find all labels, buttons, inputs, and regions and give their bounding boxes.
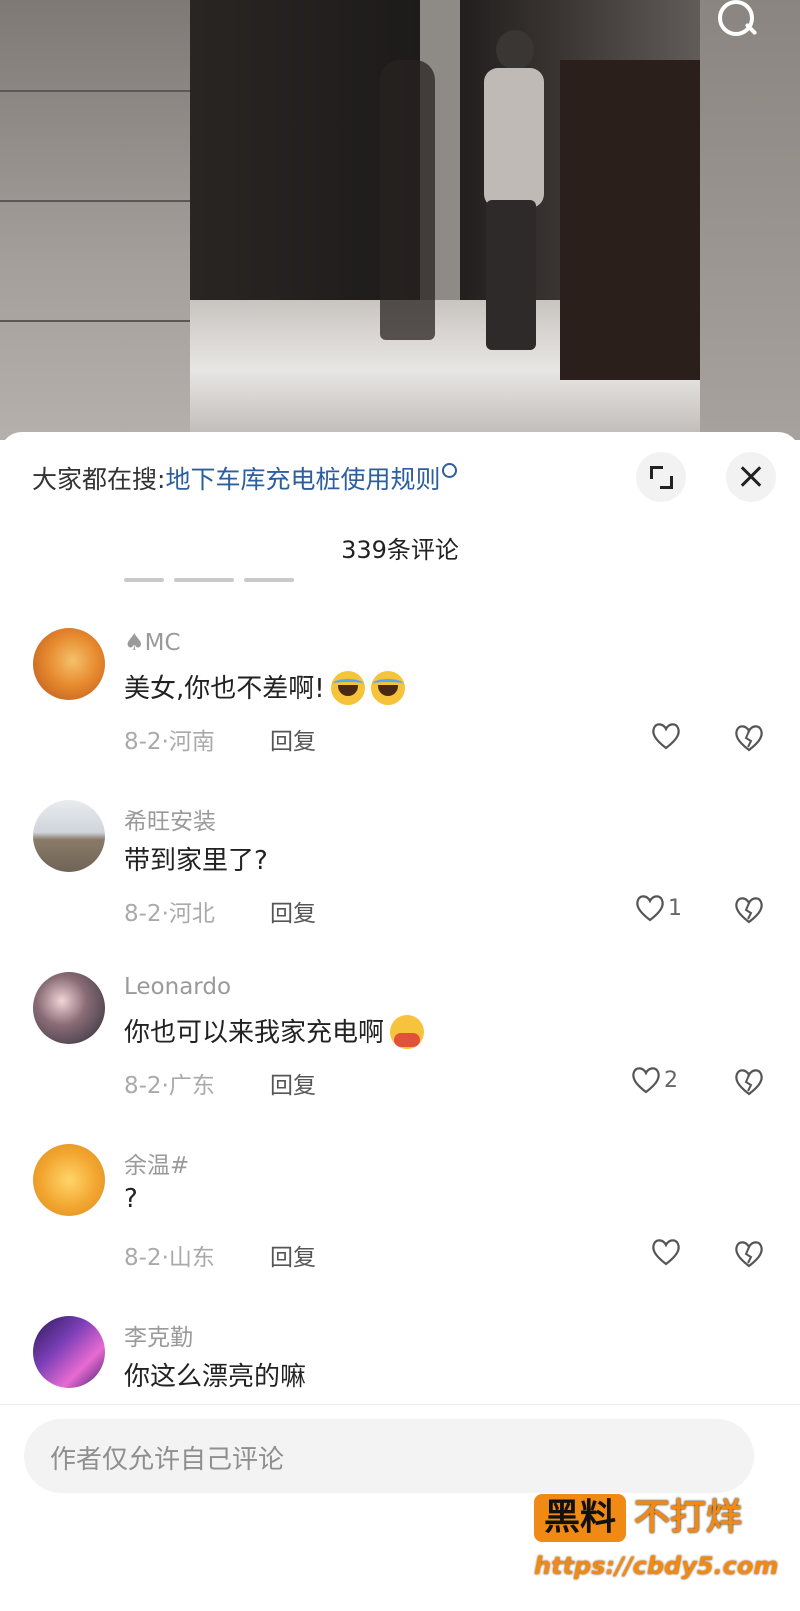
comment-item: ♠MC 美女,你也不差啊! 8-2·河南 回复 <box>0 628 800 800</box>
hot-search-prefix: 大家都在搜: <box>32 465 166 494</box>
comment-text: ? <box>124 1184 138 1214</box>
comment-date-location: 8-2·广东 <box>124 1073 215 1099</box>
comment-text: 你也可以来我家充电啊 <box>124 1012 425 1051</box>
dislike-icon[interactable] <box>732 892 766 926</box>
dislike-icon[interactable] <box>732 720 766 754</box>
reply-button[interactable]: 回复 <box>270 894 316 928</box>
comment-count: 339条评论 <box>341 536 459 564</box>
comment-text: 带到家里了? <box>124 846 268 876</box>
reply-button[interactable]: 回复 <box>270 722 316 756</box>
video-right-wall <box>700 0 800 440</box>
comment-input[interactable]: 作者仅允许自己评论 <box>24 1419 754 1493</box>
hot-search-bar[interactable]: 大家都在搜:地下车库充电桩使用规则 <box>32 460 458 496</box>
comment-username[interactable]: ♠MC <box>124 630 181 656</box>
laugh-cry-emoji-icon <box>370 670 405 705</box>
heart-icon <box>652 1239 680 1266</box>
video-door <box>560 60 700 380</box>
laugh-cry-emoji-icon <box>330 670 365 705</box>
avatar[interactable] <box>33 972 105 1044</box>
comment-date-location: 8-2·山东 <box>124 1245 215 1271</box>
comment-input-placeholder: 作者仅允许自己评论 <box>50 1445 285 1475</box>
comment-text: 你这么漂亮的嘛 <box>124 1362 307 1392</box>
heart-icon <box>632 1067 660 1094</box>
like-count: 2 <box>664 1067 678 1093</box>
comment-item: 希旺安装 带到家里了? 8-2·河北 回复 1 <box>0 800 800 972</box>
watermark-tagline: 不打烊 <box>634 1497 743 1538</box>
expand-icon[interactable] <box>636 452 686 502</box>
close-icon[interactable] <box>726 452 776 502</box>
avatar[interactable] <box>33 628 105 700</box>
watermark-url: https://cbdy5.com <box>534 1552 779 1580</box>
dislike-icon[interactable] <box>732 1064 766 1098</box>
comment-item: 余温# ? 8-2·山东 回复 <box>0 1144 800 1316</box>
search-small-icon <box>442 463 458 478</box>
like-count: 1 <box>668 895 682 921</box>
dislike-icon[interactable] <box>732 1236 766 1270</box>
heart-icon <box>636 895 664 922</box>
video-shadow-figure <box>380 60 435 340</box>
video-tile-line <box>0 200 190 202</box>
comment-date-location: 8-2·河北 <box>124 901 215 927</box>
comment-username[interactable]: 希旺安装 <box>124 802 216 836</box>
like-button[interactable] <box>650 720 682 754</box>
video-person <box>478 30 548 350</box>
search-icon[interactable] <box>712 0 764 44</box>
avatar[interactable] <box>33 800 105 872</box>
comment-item: Leonardo 你也可以来我家充电啊 8-2·广东 回复 2 <box>0 972 800 1144</box>
comment-username[interactable]: 李克勤 <box>124 1318 193 1352</box>
reply-button[interactable]: 回复 <box>270 1238 316 1272</box>
avatar[interactable] <box>33 1316 105 1388</box>
watermark-badge: 黑料 <box>534 1494 626 1542</box>
video-tile-line <box>0 320 190 322</box>
video-wall <box>0 0 190 440</box>
avatar[interactable] <box>33 1144 105 1216</box>
heart-icon <box>652 723 680 750</box>
like-button[interactable]: 1 <box>634 892 682 926</box>
like-button[interactable]: 2 <box>630 1064 678 1098</box>
video-player[interactable] <box>0 0 800 440</box>
video-tile-line <box>0 90 190 92</box>
watermark: 黑料 不打烊 https://cbdy5.com <box>534 1494 778 1604</box>
hug-emoji-icon <box>390 1014 425 1049</box>
comment-username[interactable]: 余温# <box>124 1146 189 1180</box>
comment-username[interactable]: Leonardo <box>124 974 231 1000</box>
reply-button[interactable]: 回复 <box>270 1066 316 1100</box>
like-button[interactable] <box>650 1236 682 1270</box>
scrolled-comment-edge <box>124 578 764 588</box>
comment-date-location: 8-2·河南 <box>124 729 215 755</box>
comment-text: 美女,你也不差啊! <box>124 668 405 707</box>
hot-search-keyword[interactable]: 地下车库充电桩使用规则 <box>165 465 440 494</box>
